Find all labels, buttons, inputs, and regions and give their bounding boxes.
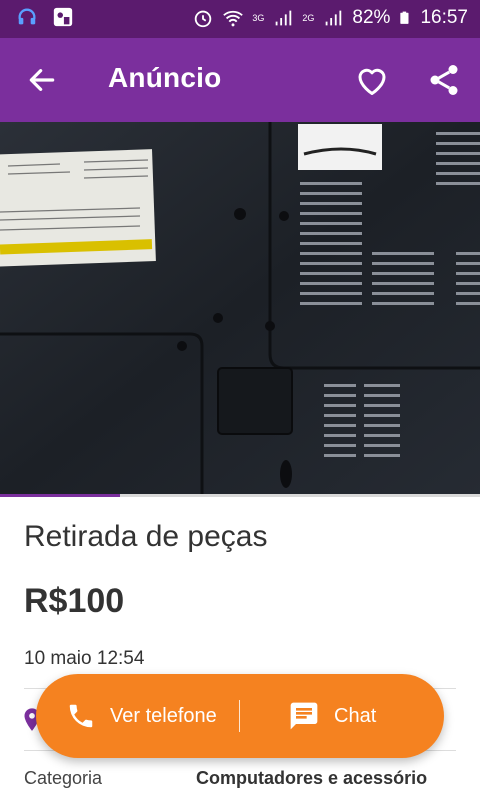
notification-icon [53,7,73,27]
ad-date: 10 maio 12:54 [24,648,145,669]
ad-photo-image [0,122,480,496]
category-label: Categoria [24,768,103,788]
ad-title: Retirada de peças [24,520,268,553]
category-value[interactable]: Computadores e acessório [196,768,427,789]
signal-2-icon [326,10,342,26]
ad-photo[interactable] [0,122,480,496]
network-3g-badge: 3G [252,12,265,23]
phone-icon [69,704,93,728]
battery-icon [400,11,409,24]
photo-progress-fill [0,494,120,497]
headset-icon [18,8,36,25]
chat-icon [290,702,318,730]
clock: 16:57 [420,7,468,28]
wifi-icon [223,10,244,27]
ad-price: R$100 [24,582,125,620]
chat-button[interactable]: Chat [288,674,428,758]
actions-separator [239,700,240,732]
contact-actions: Ver telefone Chat [36,674,444,758]
view-phone-button[interactable]: Ver telefone [66,674,236,758]
status-bar: 3G 2G 82% 16:57 [0,0,480,38]
page-title: Anúncio [108,62,222,93]
view-phone-label: Ver telefone [110,704,217,727]
app-bar: Anúncio [0,38,480,122]
photo-progress-bar [0,494,480,497]
signal-icon [276,10,292,26]
share-icon[interactable] [426,62,462,98]
arrow-left-icon[interactable] [26,64,58,96]
chat-label: Chat [334,704,377,727]
alarm-icon [195,10,212,28]
network-2g-badge: 2G [302,12,315,23]
battery-percent: 82% [352,7,391,28]
heart-icon[interactable] [354,62,390,98]
